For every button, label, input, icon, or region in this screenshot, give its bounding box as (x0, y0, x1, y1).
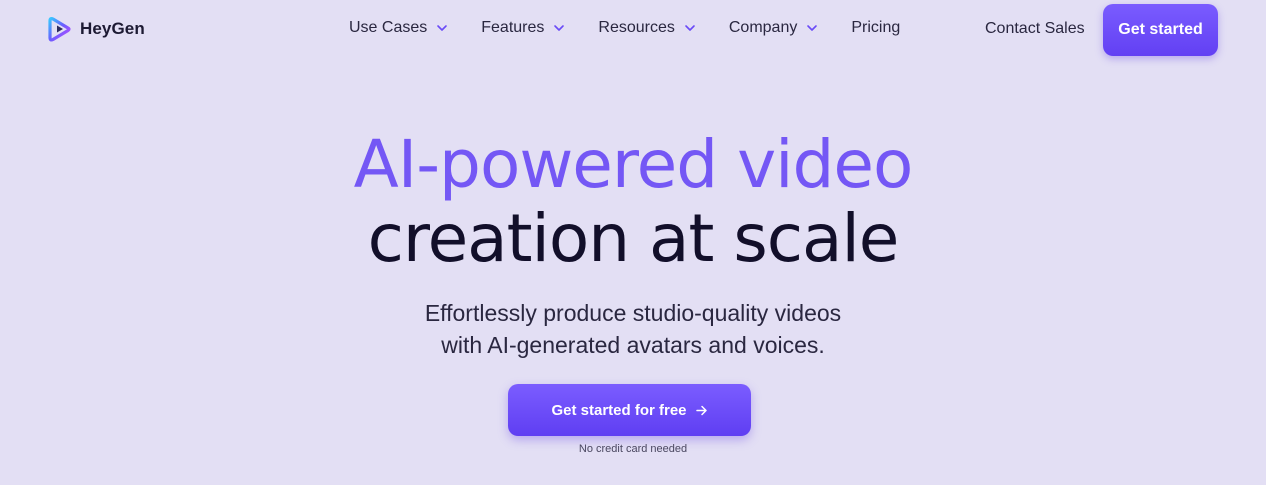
nav-use-cases[interactable]: Use Cases (349, 19, 448, 37)
get-started-free-label: Get started for free (551, 401, 687, 419)
hero-title-line-2: creation at scale (367, 200, 900, 277)
hero-title-line-1: AI-powered video (353, 126, 914, 203)
arrow-right-icon (695, 405, 707, 415)
chevron-down-icon (685, 25, 695, 31)
heygen-logo-icon (48, 16, 71, 42)
nav-resources[interactable]: Resources (598, 19, 695, 37)
no-credit-card-note: No credit card needed (578, 443, 688, 455)
logo-link[interactable]: HeyGen (47, 16, 145, 42)
nav-features-label: Features (481, 19, 545, 36)
nav-features[interactable]: Features (481, 19, 565, 37)
nav-pricing-label: Pricing (851, 19, 901, 36)
nav-company-label: Company (728, 19, 798, 36)
hero-subtitle: Effortlessly produce studio-quality vide… (0, 297, 1266, 361)
chevron-down-icon (554, 25, 565, 31)
contact-sales-link[interactable]: Contact Sales (985, 20, 1085, 38)
chevron-down-icon (807, 25, 818, 31)
chevron-down-icon (437, 25, 448, 31)
hero-title: AI-powered video creation at scale (0, 128, 1266, 276)
get-started-free-button[interactable]: Get started for free (508, 384, 751, 436)
nav-company[interactable]: Company (729, 19, 818, 37)
hero-subtitle-line-1: Effortlessly produce studio-quality vide… (424, 300, 842, 326)
landing-page: HeyGen Use Cases Features Resources Comp… (0, 0, 1266, 485)
nav-resources-label: Resources (598, 19, 675, 36)
nav-pricing[interactable]: Pricing (851, 19, 900, 37)
main-nav: Use Cases Features Resources Company Pri… (349, 19, 900, 37)
hero-subtitle-line-2: with AI-generated avatars and voices. (441, 332, 825, 358)
nav-use-cases-label: Use Cases (349, 19, 428, 36)
get-started-button[interactable]: Get started (1103, 4, 1218, 56)
brand-name: HeyGen (80, 19, 145, 38)
top-navigation-bar: HeyGen Use Cases Features Resources Comp… (0, 0, 1266, 60)
